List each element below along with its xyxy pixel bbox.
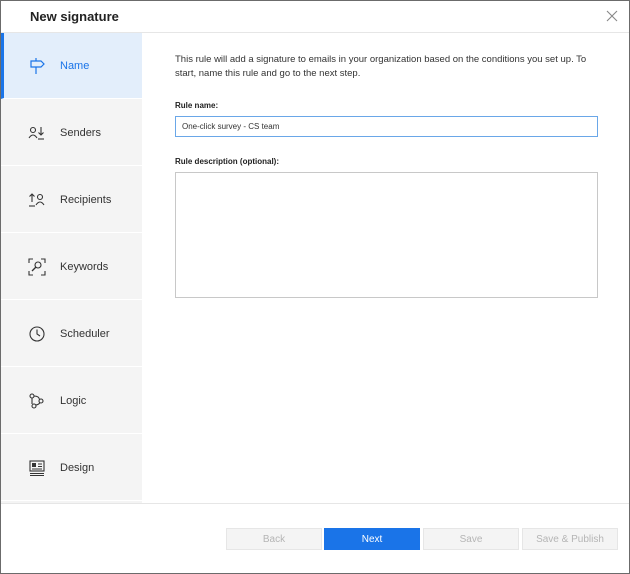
sidebar-item-design[interactable]: Design xyxy=(1,435,142,501)
logic-icon xyxy=(28,392,46,410)
sidebar-item-keywords[interactable]: Keywords xyxy=(1,234,142,300)
sidebar-item-label: Keywords xyxy=(60,261,109,273)
rule-name-label: Rule name: xyxy=(175,101,219,110)
design-icon xyxy=(28,459,46,477)
sidebar-item-name[interactable]: Name xyxy=(1,33,142,99)
senders-icon xyxy=(28,124,46,142)
sidebar-item-logic[interactable]: Logic xyxy=(1,368,142,434)
dialog-footer: Back Next Save Save & Publish xyxy=(1,503,629,573)
sidebar-item-label: Logic xyxy=(60,395,87,407)
recipients-icon xyxy=(28,191,46,209)
next-button[interactable]: Next xyxy=(324,528,420,550)
save-button[interactable]: Save xyxy=(423,528,519,550)
sidebar-item-senders[interactable]: Senders xyxy=(1,100,142,166)
sidebar-item-scheduler[interactable]: Scheduler xyxy=(1,301,142,367)
intro-text: This rule will add a signature to emails… xyxy=(175,54,587,79)
sidebar-item-label: Recipients xyxy=(60,194,112,206)
signpost-icon xyxy=(28,57,46,75)
clock-icon xyxy=(28,325,46,343)
sidebar-item-label: Senders xyxy=(60,127,101,139)
back-button[interactable]: Back xyxy=(226,528,322,550)
dialog-title: New signature xyxy=(30,9,119,24)
rule-description-textarea[interactable] xyxy=(175,172,598,298)
rule-name-input[interactable] xyxy=(175,116,598,137)
step-content: This rule will add a signature to emails… xyxy=(142,33,629,503)
rule-description-label: Rule description (optional): xyxy=(175,157,279,166)
close-icon[interactable] xyxy=(603,7,621,25)
save-publish-button[interactable]: Save & Publish xyxy=(522,528,618,550)
wizard-sidebar: Name Senders Recipients Keywords Schedul… xyxy=(1,33,142,503)
sidebar-item-label: Scheduler xyxy=(60,328,110,340)
dialog-titlebar: New signature xyxy=(1,1,629,33)
keywords-icon xyxy=(28,258,46,276)
sidebar-item-label: Name xyxy=(60,60,90,72)
sidebar-item-recipients[interactable]: Recipients xyxy=(1,167,142,233)
new-signature-dialog: New signature Name Senders Recipients Ke… xyxy=(0,0,630,574)
sidebar-item-label: Design xyxy=(60,462,95,474)
